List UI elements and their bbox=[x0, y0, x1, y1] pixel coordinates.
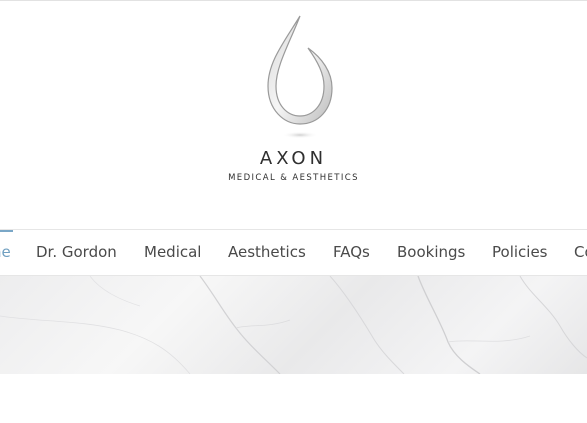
nav-item-contact[interactable]: Co bbox=[574, 230, 587, 275]
nav-item-dr-gordon[interactable]: Dr. Gordon bbox=[36, 230, 117, 275]
brand-tagline: MEDICAL & AESTHETICS bbox=[228, 173, 359, 183]
nav-item-aesthetics[interactable]: Aesthetics bbox=[228, 230, 306, 275]
hero-banner bbox=[0, 276, 587, 374]
marble-texture bbox=[0, 276, 587, 374]
brand-name: AXON bbox=[259, 148, 328, 169]
nav-item-faqs[interactable]: FAQs bbox=[333, 230, 370, 275]
nav-item-policies[interactable]: Policies bbox=[492, 230, 547, 275]
site-logo[interactable]: AXON MEDICAL & AESTHETICS bbox=[0, 0, 587, 200]
nav-item-bookings[interactable]: Bookings bbox=[397, 230, 465, 275]
page-content-area bbox=[0, 374, 587, 423]
nav-item-home[interactable]: ne bbox=[0, 230, 11, 275]
droplet-icon bbox=[267, 15, 333, 139]
nav-item-medical[interactable]: Medical bbox=[144, 230, 201, 275]
main-navigation: ne Dr. Gordon Medical Aesthetics FAQs Bo… bbox=[0, 229, 587, 276]
